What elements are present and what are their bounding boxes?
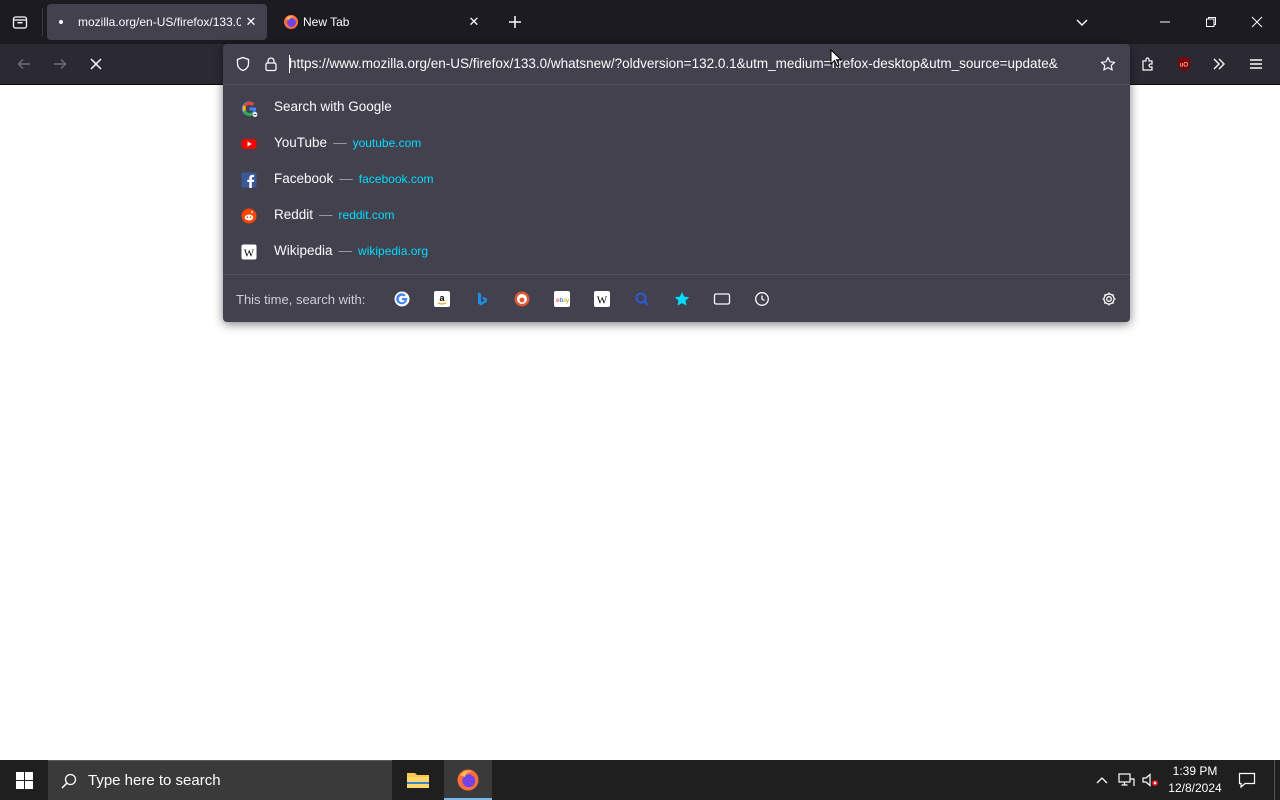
taskbar: Type here to search 1:39 PM 12/8/2024	[0, 760, 1280, 800]
tab-mozilla-whatsnew[interactable]: mozilla.org/en-US/firefox/133.0/whatsnew…	[47, 4, 267, 40]
suggestion-search-google[interactable]: Search with Google	[223, 90, 1130, 126]
suggestion-separator: —	[319, 207, 333, 222]
search-icon[interactable]	[632, 289, 652, 309]
suggestion-separator: —	[338, 243, 353, 258]
facebook-icon	[241, 172, 257, 188]
tabs-icon[interactable]	[712, 289, 732, 309]
tab-strip: mozilla.org/en-US/firefox/133.0/whatsnew…	[0, 0, 1280, 44]
url-input[interactable]: https://www.mozilla.org/en-US/firefox/13…	[289, 56, 1097, 74]
stop-loading-icon[interactable]	[82, 50, 110, 78]
forward-arrow-icon[interactable]	[46, 50, 74, 78]
more-tools-chevron-icon[interactable]	[1205, 50, 1233, 78]
clock[interactable]: 1:39 PM 12/8/2024	[1164, 763, 1226, 799]
show-hidden-icons-chevron-up-icon[interactable]	[1094, 772, 1110, 788]
wikipedia-icon[interactable]: W	[592, 289, 612, 309]
suggestion-label: Search with Google	[274, 99, 392, 114]
firefox-view-button[interactable]	[8, 10, 32, 34]
suggestion-wikipedia[interactable]: W Wikipedia — wikipedia.org	[223, 234, 1130, 270]
new-tab-button[interactable]	[503, 10, 527, 34]
close-tab-icon[interactable]: ✕	[466, 14, 482, 30]
duckduckgo-icon[interactable]	[512, 289, 532, 309]
google-icon[interactable]	[392, 289, 412, 309]
suggestion-title: Reddit	[274, 207, 314, 222]
suggestion-reddit[interactable]: Reddit — reddit.com	[223, 198, 1130, 234]
tab-divider	[42, 8, 43, 36]
close-tab-icon[interactable]: ✕	[243, 14, 259, 30]
notifications-icon[interactable]	[1238, 771, 1256, 789]
suggestion-url: facebook.com	[358, 172, 434, 186]
loading-dot-icon	[59, 20, 63, 24]
clock-date: 12/8/2024	[1168, 781, 1222, 795]
svg-text:uO: uO	[1180, 63, 1188, 69]
suggestion-facebook[interactable]: Facebook — facebook.com	[223, 162, 1130, 198]
text-caret	[289, 55, 290, 73]
reddit-icon	[241, 208, 257, 224]
taskbar-search-box[interactable]: Type here to search	[48, 760, 392, 800]
taskbar-search-placeholder: Type here to search	[88, 772, 221, 789]
suggestion-separator: —	[333, 135, 347, 150]
suggestion-youtube[interactable]: YouTube — youtube.com	[223, 126, 1130, 162]
suggestion-separator: —	[339, 171, 353, 186]
firefox-logo-icon	[283, 14, 299, 30]
file-explorer-icon[interactable]	[398, 760, 438, 800]
urlbar-popup: https://www.mozilla.org/en-US/firefox/13…	[223, 44, 1130, 322]
bookmark-star-icon[interactable]	[1100, 56, 1116, 72]
urlbar: https://www.mozilla.org/en-US/firefox/13…	[223, 44, 1130, 85]
google-search-icon	[241, 100, 258, 117]
search-icon	[60, 772, 78, 790]
volume-muted-icon[interactable]	[1142, 772, 1160, 788]
youtube-icon	[241, 136, 257, 152]
suggestion-url: youtube.com	[352, 136, 422, 150]
close-window-icon[interactable]	[1243, 8, 1271, 36]
windows-start-icon[interactable]	[0, 760, 48, 800]
amazon-icon[interactable]: a	[432, 289, 452, 309]
wikipedia-icon: W	[241, 244, 257, 260]
svg-text:W: W	[244, 247, 255, 259]
extensions-puzzle-icon[interactable]	[1134, 50, 1162, 78]
mouse-cursor-icon	[830, 48, 843, 67]
svg-text:W: W	[597, 294, 608, 306]
bookmarks-star-icon[interactable]	[672, 289, 692, 309]
network-icon[interactable]	[1118, 772, 1136, 788]
ebay-icon[interactable]: ebay	[552, 289, 572, 309]
suggestion-url: reddit.com	[338, 208, 395, 222]
suggestion-url: wikipedia.org	[358, 244, 429, 258]
back-arrow-icon[interactable]	[10, 50, 38, 78]
minimize-icon[interactable]	[1151, 8, 1179, 36]
tab-title: New Tab	[303, 15, 350, 29]
restore-icon[interactable]	[1197, 8, 1225, 36]
suggestion-title: Wikipedia	[274, 243, 333, 258]
suggestion-title: YouTube	[274, 135, 328, 150]
history-icon[interactable]	[752, 289, 772, 309]
show-desktop-button[interactable]	[1274, 760, 1280, 800]
search-settings-gear-icon[interactable]	[1099, 289, 1119, 309]
firefox-taskbar-icon[interactable]	[444, 760, 492, 800]
one-off-hint: This time, search with:	[236, 292, 366, 307]
tab-title: mozilla.org/en-US/firefox/133.0/whatsnew…	[78, 15, 241, 29]
bing-icon[interactable]	[472, 289, 492, 309]
suggestion-title: Facebook	[274, 171, 334, 186]
clock-time: 1:39 PM	[1172, 764, 1218, 778]
lock-icon[interactable]	[263, 56, 279, 72]
list-all-tabs-chevron-down-icon[interactable]	[1068, 8, 1096, 36]
tab-new-tab[interactable]: New Tab ✕	[272, 4, 490, 40]
ublock-origin-icon[interactable]: uO	[1170, 50, 1198, 78]
one-off-search-bar: This time, search with: a ebay W	[223, 274, 1130, 322]
tracking-protection-shield-icon[interactable]	[235, 56, 251, 72]
hamburger-menu-icon[interactable]	[1242, 50, 1270, 78]
